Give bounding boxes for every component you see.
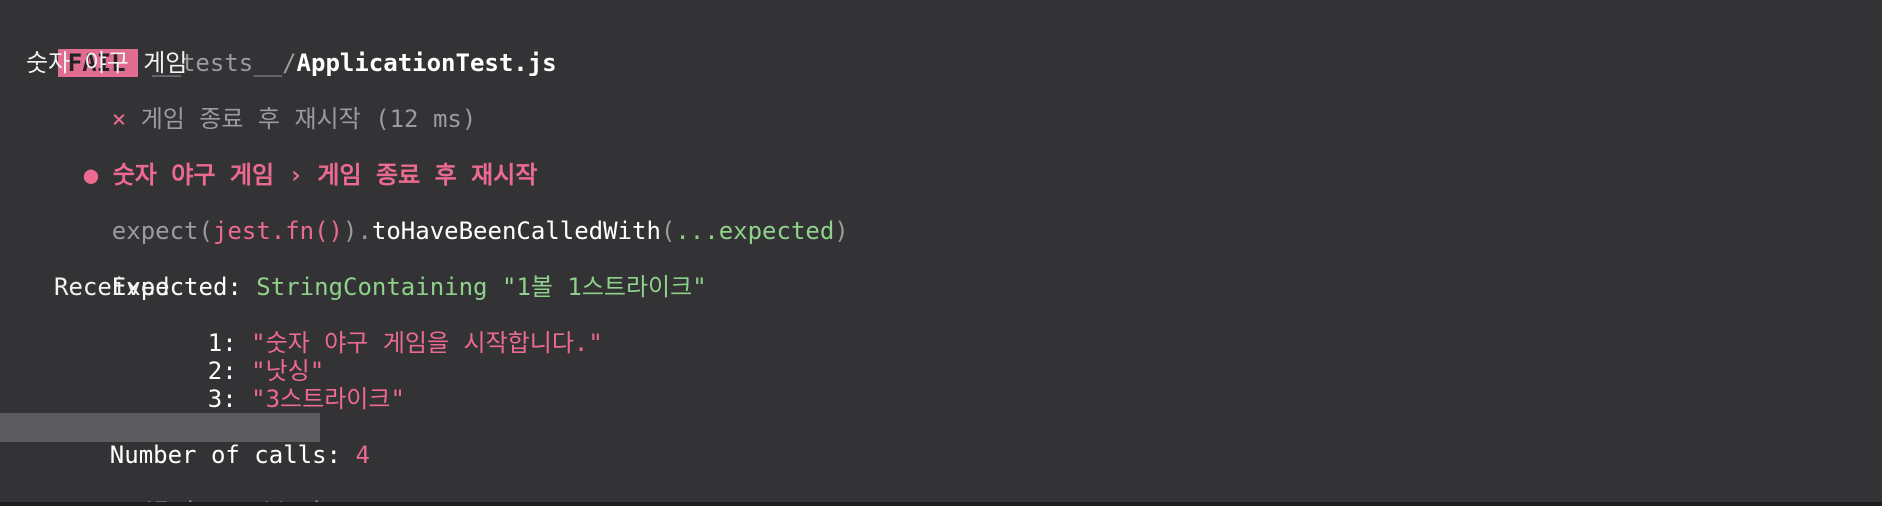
- bullet-icon: ●: [83, 161, 99, 189]
- received-call-row: 3: "3스트라이크": [150, 357, 405, 413]
- matcher-method: toHaveBeenCalledWith: [371, 217, 661, 245]
- received-label: Received: [54, 273, 170, 301]
- expected-matcher: StringContaining: [256, 273, 488, 301]
- received-call-row: 1: "숫자 야구 게임을 시작합니다.": [150, 301, 603, 357]
- call-value: "3스트라이크": [251, 385, 405, 413]
- suite-name: 숫자 야구 게임: [26, 49, 188, 77]
- test-duration: (12 ms): [375, 105, 477, 133]
- test-file-header: FAIL __tests__/ApplicationTest.js: [0, 21, 557, 77]
- code-frame-line: 47 | // then: [82, 469, 357, 506]
- matcher-open: (: [660, 217, 676, 245]
- calls-count-value: 4: [355, 441, 370, 469]
- expected-line: Expected: StringContaining "1볼 1스트라이크": [54, 245, 707, 301]
- matcher-expect: expect(: [111, 217, 213, 245]
- failure-title: 숫자 야구 게임 › 게임 종료 후 재시작: [112, 161, 538, 189]
- call-index: 3:: [207, 385, 252, 413]
- test-path-file: ApplicationTest.js: [296, 49, 557, 77]
- matcher-arg: ...expected: [675, 217, 835, 245]
- matcher-fn: jest.fn(): [212, 217, 343, 245]
- fail-cross-icon: ×: [111, 105, 127, 133]
- matcher-end: ): [834, 217, 849, 245]
- bottom-divider: [0, 502, 1882, 506]
- expected-value: "1볼 1스트라이크": [501, 273, 707, 301]
- test-result-row: × 게임 종료 후 재시작 (12 ms): [54, 77, 477, 133]
- failure-title-row: ● 숫자 야구 게임 › 게임 종료 후 재시작: [26, 133, 538, 189]
- test-name: 게임 종료 후 재시작: [140, 105, 361, 133]
- matcher-line: expect(jest.fn()).toHaveBeenCalledWith(.…: [54, 189, 849, 245]
- terminal-window: FAIL __tests__/ApplicationTest.js 숫자 야구 …: [0, 0, 1882, 506]
- calls-count-label: Number of calls:: [109, 441, 356, 469]
- matcher-close: ).: [343, 217, 372, 245]
- received-call-row: 2: "낫싱": [150, 329, 324, 385]
- calls-count-line: Number of calls: 4: [52, 413, 370, 469]
